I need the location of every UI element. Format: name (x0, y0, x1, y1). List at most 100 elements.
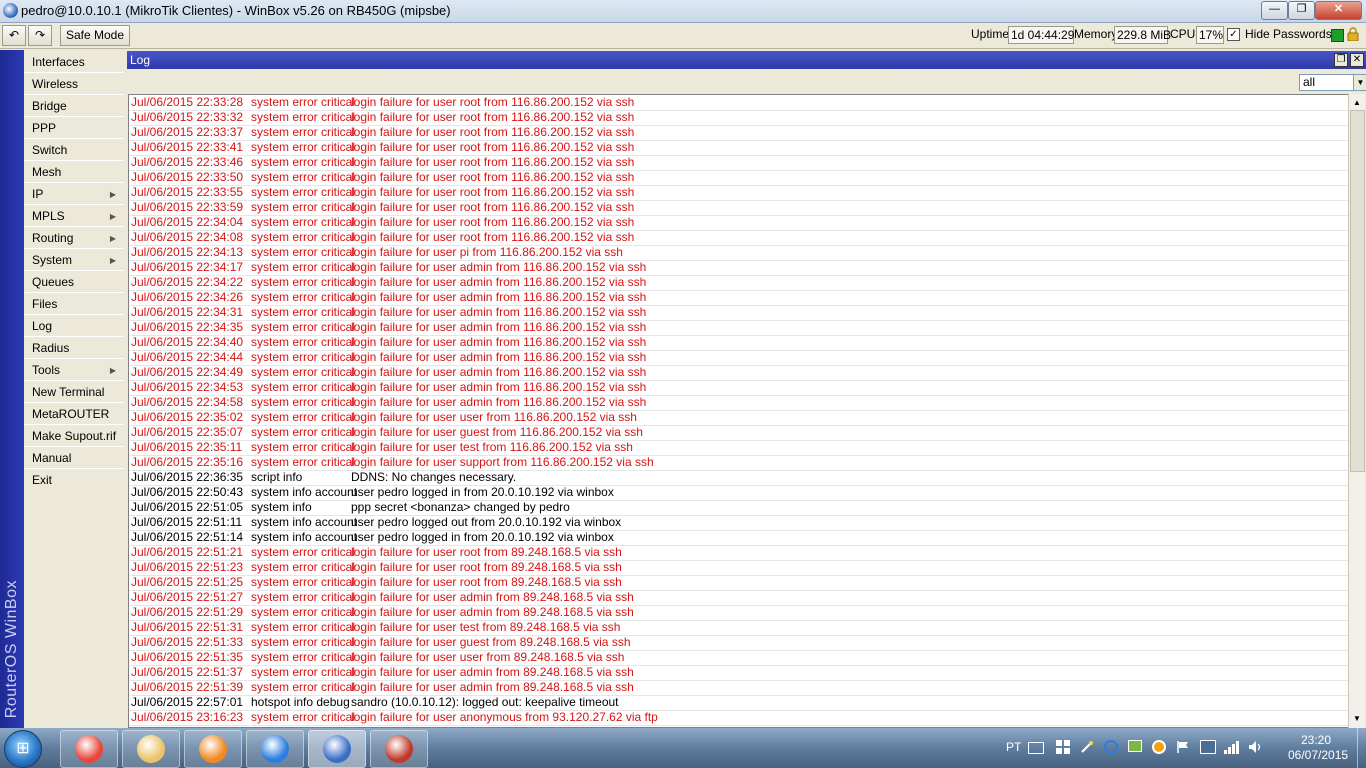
sidebar-item-switch[interactable]: Switch (24, 140, 124, 161)
sidebar-item-mpls[interactable]: MPLS ▶ (24, 206, 124, 227)
sidebar-item-ppp[interactable]: PPP (24, 118, 124, 139)
log-close-button[interactable]: ✕ (1350, 53, 1364, 67)
sidebar-item-interfaces[interactable]: Interfaces (24, 52, 124, 73)
log-row[interactable]: Jul/06/2015 22:33:50 system error critica… (129, 170, 1348, 186)
log-row[interactable]: Jul/06/2015 22:51:37 system error critica… (129, 665, 1348, 681)
log-row[interactable]: Jul/06/2015 22:34:26 system error critica… (129, 290, 1348, 306)
maximize-button[interactable]: ❐ (1288, 1, 1315, 20)
log-row[interactable]: Jul/06/2015 22:50:43 system info account u… (129, 485, 1348, 501)
log-row[interactable]: Jul/06/2015 22:33:28 system error critica… (129, 95, 1348, 111)
taskbar-app-button[interactable] (122, 730, 180, 768)
log-row[interactable]: Jul/06/2015 22:51:27 system error critica… (129, 590, 1348, 606)
log-row[interactable]: Jul/06/2015 22:51:29 system error critica… (129, 605, 1348, 621)
sidebar-item-ip[interactable]: IP ▶ (24, 184, 124, 205)
sidebar-item-files[interactable]: Files (24, 294, 124, 315)
log-row[interactable]: Jul/06/2015 22:34:22 system error critica… (129, 275, 1348, 291)
sidebar-item-tools[interactable]: Tools ▶ (24, 360, 124, 381)
log-row[interactable]: Jul/06/2015 22:34:35 system error critica… (129, 320, 1348, 336)
log-row[interactable]: Jul/06/2015 22:51:35 system error critica… (129, 650, 1348, 666)
log-row[interactable]: Jul/06/2015 22:34:53 system error critica… (129, 380, 1348, 396)
sidebar-item-mesh[interactable]: Mesh (24, 162, 124, 183)
signal-bars-icon[interactable] (1224, 740, 1240, 754)
messenger-tray-icon[interactable] (1104, 740, 1118, 754)
log-row[interactable]: Jul/06/2015 23:16:23 system error critica… (129, 710, 1348, 726)
log-row[interactable]: Jul/06/2015 22:57:01 hotspot info debug sa… (129, 695, 1348, 711)
log-row[interactable]: Jul/06/2015 22:51:05 system info ppp secre… (129, 500, 1348, 516)
log-message: sandro (10.0.10.12): logged out: keepali… (351, 695, 619, 709)
log-row[interactable]: Jul/06/2015 22:34:17 system error critica… (129, 260, 1348, 276)
safe-mode-button[interactable]: Safe Mode (60, 25, 130, 46)
log-row[interactable]: Jul/06/2015 22:35:11 system error critica… (129, 440, 1348, 456)
log-row[interactable]: Jul/06/2015 22:33:46 system error critica… (129, 155, 1348, 171)
scroll-down-icon[interactable]: ▼ (1350, 712, 1364, 726)
action-center-flag-icon[interactable] (1176, 740, 1190, 754)
log-row[interactable]: Jul/06/2015 22:33:37 system error critica… (129, 125, 1348, 141)
sidebar-item-metarouter[interactable]: MetaROUTER (24, 404, 124, 425)
log-row[interactable]: Jul/06/2015 22:51:11 system info account u… (129, 515, 1348, 531)
log-row[interactable]: Jul/06/2015 22:51:31 system error critica… (129, 620, 1348, 636)
undo-button[interactable]: ↶ (2, 25, 26, 46)
network-tool-icon[interactable] (1080, 740, 1094, 754)
windows-flag-icon[interactable] (1056, 740, 1070, 754)
sidebar-item-queues[interactable]: Queues (24, 272, 124, 293)
taskbar-app-button[interactable] (184, 730, 242, 768)
display-icon[interactable] (1128, 740, 1142, 752)
close-button[interactable]: ✕ (1315, 1, 1362, 20)
log-row[interactable]: Jul/06/2015 22:35:07 system error critica… (129, 425, 1348, 441)
log-row[interactable]: Jul/06/2015 22:34:04 system error critica… (129, 215, 1348, 231)
log-row[interactable]: Jul/06/2015 22:36:35 script info DDNS: No … (129, 470, 1348, 486)
volume-icon[interactable] (1248, 740, 1264, 754)
log-window-header[interactable]: Log ❐ ✕ (127, 51, 1366, 69)
log-row[interactable]: Jul/06/2015 22:34:31 system error critica… (129, 305, 1348, 321)
log-row[interactable]: Jul/06/2015 22:34:08 system error critica… (129, 230, 1348, 246)
sidebar-item-wireless[interactable]: Wireless (24, 74, 124, 95)
log-row[interactable]: Jul/06/2015 22:34:58 system error critica… (129, 395, 1348, 411)
taskbar-app-button[interactable] (370, 730, 428, 768)
language-indicator[interactable]: PT (1006, 740, 1021, 754)
log-row[interactable]: Jul/06/2015 22:34:49 system error critica… (129, 365, 1348, 381)
log-row[interactable]: Jul/06/2015 22:34:13 system error critica… (129, 245, 1348, 261)
log-filter-select[interactable]: all (1299, 74, 1354, 91)
minimize-button[interactable]: — (1261, 1, 1288, 20)
show-desktop-button[interactable] (1357, 728, 1366, 768)
start-button[interactable]: ⊞ (4, 730, 42, 768)
log-row[interactable]: Jul/06/2015 22:33:32 system error critica… (129, 110, 1348, 126)
log-row[interactable]: Jul/06/2015 22:51:14 system info account u… (129, 530, 1348, 546)
log-time: Jul/06/2015 22:51:21 (131, 545, 244, 559)
circle-app-icon[interactable] (1152, 740, 1166, 754)
system-clock[interactable]: 23:20 06/07/2015 (1288, 733, 1348, 763)
taskbar-app-button[interactable] (308, 730, 366, 768)
sidebar-item-make-supout[interactable]: Make Supout.rif (24, 426, 124, 447)
sidebar-item-manual[interactable]: Manual (24, 448, 124, 469)
log-row[interactable]: Jul/06/2015 22:51:21 system error critica… (129, 545, 1348, 561)
sidebar-item-bridge[interactable]: Bridge (24, 96, 124, 117)
chevron-down-icon[interactable]: ▼ (1353, 74, 1366, 91)
sidebar-item-routing[interactable]: Routing ▶ (24, 228, 124, 249)
log-row[interactable]: Jul/06/2015 22:34:40 system error critica… (129, 335, 1348, 351)
log-row[interactable]: Jul/06/2015 22:35:16 system error critica… (129, 455, 1348, 471)
redo-button[interactable]: ↷ (28, 25, 52, 46)
sidebar-item-radius[interactable]: Radius (24, 338, 124, 359)
log-scrollbar[interactable]: ▲ ▼ (1348, 94, 1365, 728)
sidebar-item-log[interactable]: Log (24, 316, 124, 337)
taskbar-app-button[interactable] (246, 730, 304, 768)
log-row[interactable]: Jul/06/2015 22:34:44 system error critica… (129, 350, 1348, 366)
log-row[interactable]: Jul/06/2015 22:33:41 system error critica… (129, 140, 1348, 156)
network-status-icon[interactable] (1200, 740, 1216, 754)
keyboard-icon[interactable] (1028, 742, 1044, 754)
taskbar-app-button[interactable] (60, 730, 118, 768)
log-row[interactable]: Jul/06/2015 22:33:59 system error critica… (129, 200, 1348, 216)
scroll-up-icon[interactable]: ▲ (1350, 96, 1364, 110)
sidebar-item-system[interactable]: System ▶ (24, 250, 124, 271)
log-row[interactable]: Jul/06/2015 22:51:39 system error critica… (129, 680, 1348, 696)
log-row[interactable]: Jul/06/2015 22:51:25 system error critica… (129, 575, 1348, 591)
log-restore-button[interactable]: ❐ (1334, 53, 1348, 67)
log-row[interactable]: Jul/06/2015 22:35:02 system error critica… (129, 410, 1348, 426)
sidebar-item-new-terminal[interactable]: New Terminal (24, 382, 124, 403)
log-row[interactable]: Jul/06/2015 22:51:23 system error critica… (129, 560, 1348, 576)
hide-passwords-checkbox[interactable]: ✓ (1227, 28, 1240, 41)
log-row[interactable]: Jul/06/2015 22:51:33 system error critica… (129, 635, 1348, 651)
log-row[interactable]: Jul/06/2015 22:33:55 system error critica… (129, 185, 1348, 201)
scrollbar-thumb[interactable] (1350, 110, 1365, 472)
sidebar-item-exit[interactable]: Exit (24, 470, 124, 491)
